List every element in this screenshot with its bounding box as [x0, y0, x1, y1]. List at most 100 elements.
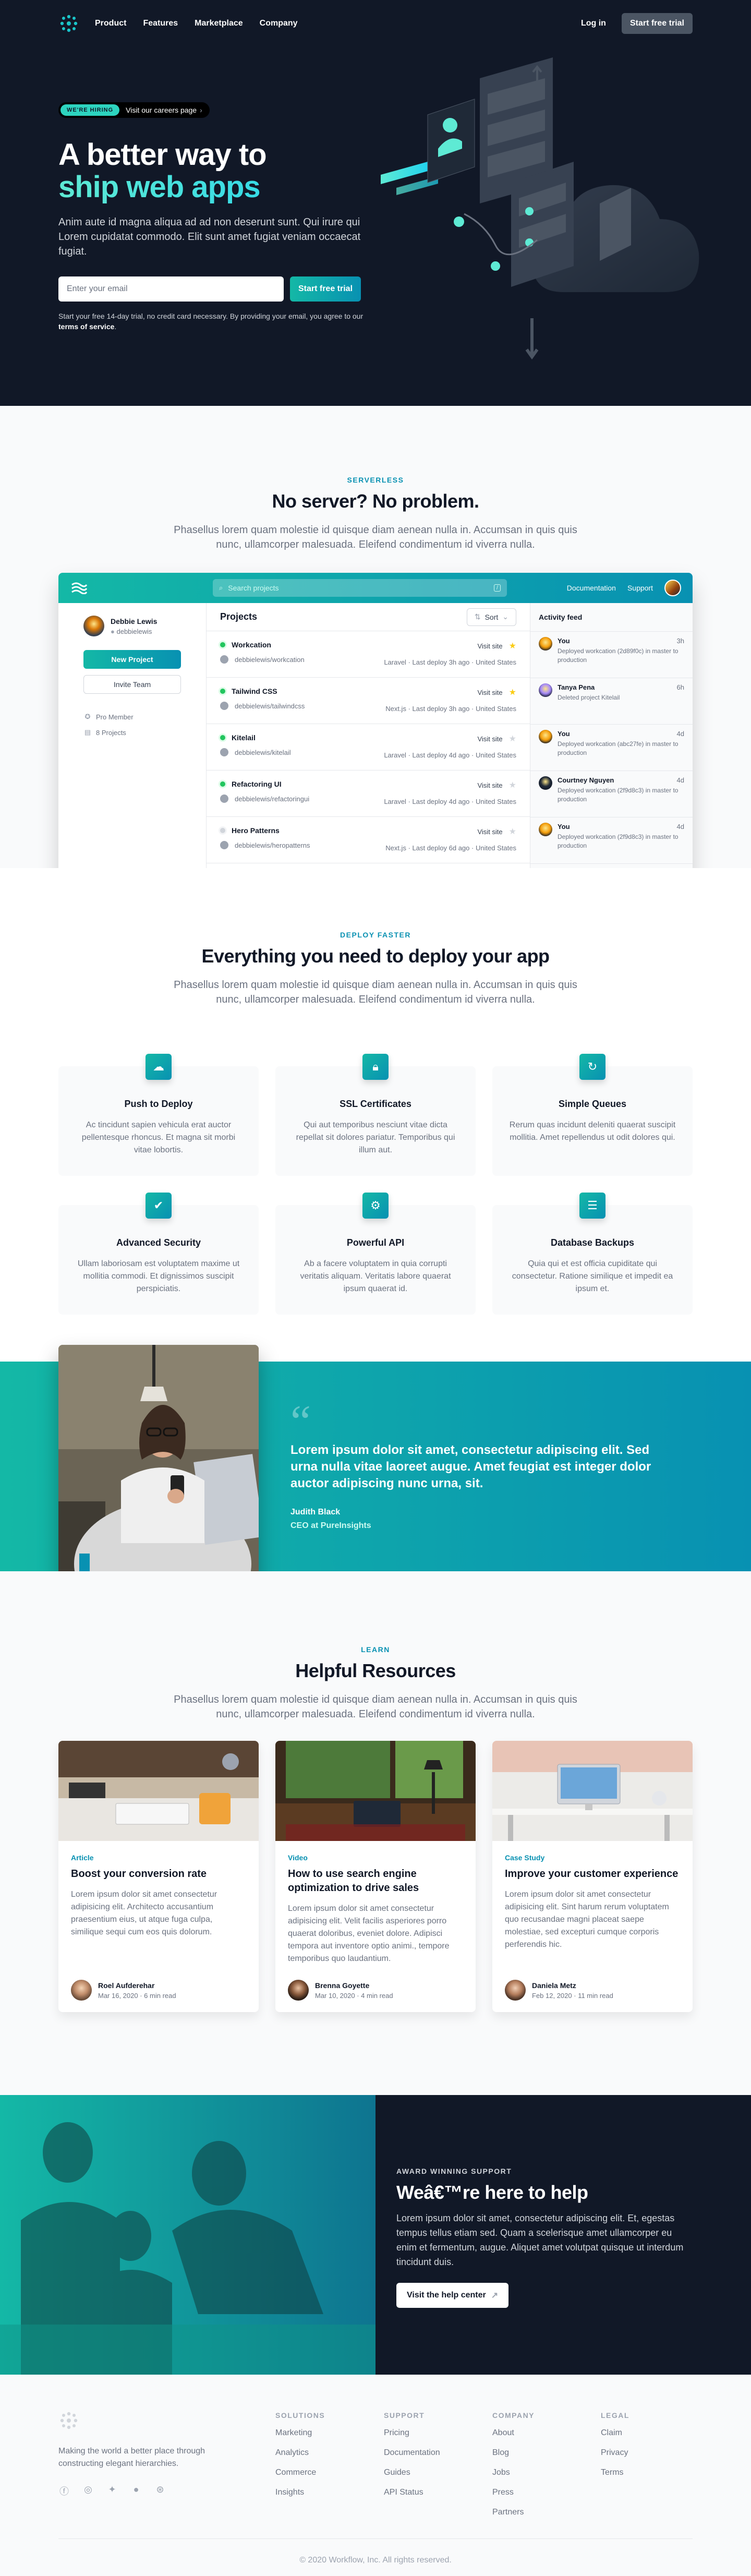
- terms-link[interactable]: terms of service: [58, 322, 114, 331]
- top-nav: Product Features Marketplace Company Log…: [58, 0, 693, 47]
- post-title[interactable]: Improve your customer experience: [505, 1867, 680, 1881]
- search-icon: ⌕: [219, 584, 223, 592]
- star-icon[interactable]: ★: [509, 735, 516, 743]
- instagram-icon[interactable]: ◎: [82, 2484, 94, 2496]
- github-icon: [220, 795, 228, 803]
- project-repo[interactable]: debbielewis/heropatterns: [235, 841, 310, 849]
- author-name[interactable]: Roel Aufderehar: [98, 1981, 176, 1990]
- post-category[interactable]: Article: [71, 1853, 246, 1862]
- footer-link[interactable]: API Status: [384, 2486, 440, 2499]
- footer-link[interactable]: Commerce: [275, 2466, 325, 2479]
- project-repo[interactable]: debbielewis/kitelail: [235, 749, 291, 756]
- star-icon[interactable]: ★: [509, 781, 516, 790]
- github-icon[interactable]: ●: [130, 2484, 142, 2496]
- visit-site-link[interactable]: Visit site: [477, 642, 502, 650]
- project-row[interactable]: Tailwind CSS debbielewis/tailwindcss Visit…: [207, 678, 530, 724]
- workflow-logo-icon[interactable]: [58, 13, 79, 34]
- star-icon[interactable]: ★: [509, 642, 516, 651]
- project-row[interactable]: Kitelail debbielewis/kitelail Visit site ★ L…: [207, 724, 530, 771]
- project-row[interactable]: Workcation debbielewis/workcation Visit si…: [207, 631, 530, 678]
- status-dot: [220, 828, 225, 833]
- activity-user: You: [558, 637, 570, 645]
- project-repo[interactable]: debbielewis/workcation: [235, 656, 305, 664]
- footer-link[interactable]: Jobs: [492, 2466, 535, 2479]
- footer-logo-icon[interactable]: [58, 2410, 79, 2431]
- visit-site-link[interactable]: Visit site: [477, 735, 502, 743]
- footer-link[interactable]: Claim: [601, 2427, 629, 2439]
- careers-banner[interactable]: WE'RE HIRING Visit our careers page ›: [58, 102, 210, 118]
- project-repo[interactable]: debbielewis/refactoringui: [235, 795, 309, 803]
- project-name[interactable]: Refactoring UI: [232, 780, 282, 788]
- footer-link[interactable]: Press: [492, 2486, 535, 2499]
- project-search-input[interactable]: ⌕ Search projects /: [213, 579, 507, 597]
- project-name[interactable]: Kitelail: [232, 733, 256, 742]
- post-excerpt: Lorem ipsum dolor sit amet consectetur a…: [288, 1904, 450, 1963]
- support-link[interactable]: Support: [627, 584, 653, 592]
- nav-link-marketplace[interactable]: Marketplace: [195, 19, 243, 28]
- footer-link[interactable]: Partners: [492, 2506, 535, 2519]
- post-card[interactable]: Case Study Improve your customer experie…: [492, 1741, 693, 2012]
- footer-link[interactable]: Insights: [275, 2486, 325, 2499]
- nav-start-trial-button[interactable]: Start free trial: [621, 13, 693, 34]
- footer-link[interactable]: About: [492, 2427, 535, 2439]
- project-row[interactable]: Refactoring UI debbielewis/refactoringui V…: [207, 771, 530, 817]
- post-category[interactable]: Video: [288, 1853, 463, 1862]
- footer-link[interactable]: Privacy: [601, 2447, 629, 2459]
- footer-link[interactable]: Guides: [384, 2466, 440, 2479]
- project-row[interactable]: Hero Patterns debbielewis/heropatterns Vis…: [207, 817, 530, 863]
- careers-link[interactable]: Visit our careers page: [126, 106, 197, 114]
- project-name[interactable]: Workcation: [232, 641, 271, 649]
- project-repo[interactable]: debbielewis/tailwindcss: [235, 702, 305, 710]
- user-avatar[interactable]: [664, 580, 681, 596]
- footer-link[interactable]: Documentation: [384, 2447, 440, 2459]
- author-name[interactable]: Daniela Metz: [532, 1981, 613, 1990]
- badge-check-icon: ✪: [84, 713, 91, 720]
- location-label: United States: [475, 658, 516, 666]
- new-project-button[interactable]: New Project: [83, 650, 181, 669]
- footer-link[interactable]: Analytics: [275, 2447, 325, 2459]
- login-link[interactable]: Log in: [581, 19, 606, 28]
- star-icon[interactable]: ★: [509, 827, 516, 836]
- nav-link-company[interactable]: Company: [260, 19, 298, 28]
- footer-link[interactable]: Marketing: [275, 2427, 325, 2439]
- feature-card: ☰ Database Backups Quia qui et est offic…: [492, 1193, 693, 1315]
- email-input[interactable]: [58, 276, 284, 302]
- last-deploy-label: Last deploy 4d ago: [412, 798, 470, 805]
- visit-site-link[interactable]: Visit site: [477, 689, 502, 696]
- visit-site-link[interactable]: Visit site: [477, 828, 502, 836]
- star-icon[interactable]: ★: [509, 688, 516, 697]
- hero-title-line1: A better way to: [58, 138, 267, 172]
- project-name[interactable]: Tailwind CSS: [232, 687, 277, 695]
- documentation-link[interactable]: Documentation: [567, 584, 616, 592]
- last-deploy-label: Last deploy 3h ago: [412, 658, 470, 666]
- support-eyebrow: AWARD WINNING SUPPORT: [396, 2167, 512, 2175]
- activity-item: You 3h Deployed workcation (2d89f0c) in ma…: [530, 631, 693, 678]
- plan-info: ✪ Pro Member: [83, 713, 181, 721]
- author-name[interactable]: Brenna Goyette: [315, 1981, 393, 1990]
- footer-link[interactable]: Terms: [601, 2466, 629, 2479]
- invite-team-button[interactable]: Invite Team: [83, 675, 181, 694]
- sort-dropdown[interactable]: ⇅ Sort ⌄: [466, 608, 516, 626]
- twitter-icon[interactable]: ✦: [106, 2484, 118, 2496]
- facebook-icon[interactable]: ⓕ: [58, 2484, 70, 2497]
- help-center-button[interactable]: Visit the help center ↗: [396, 2283, 509, 2308]
- hero-start-trial-button[interactable]: Start free trial: [290, 276, 361, 302]
- resources-eyebrow: LEARN: [361, 1645, 390, 1654]
- post-category[interactable]: Case Study: [505, 1853, 680, 1862]
- project-name[interactable]: Hero Patterns: [232, 826, 280, 835]
- status-dot: [220, 735, 225, 740]
- visit-site-link[interactable]: Visit site: [477, 781, 502, 789]
- post-card[interactable]: Video How to use search engine optimizat…: [275, 1741, 476, 2012]
- post-card[interactable]: Article Boost your conversion rate Lorem…: [58, 1741, 259, 2012]
- post-title[interactable]: How to use search engine optimization to…: [288, 1867, 463, 1895]
- footer-link[interactable]: Blog: [492, 2447, 535, 2459]
- footer-link[interactable]: Pricing: [384, 2427, 440, 2439]
- serverless-title: No server? No problem.: [272, 490, 479, 512]
- serverless-eyebrow: SERVERLESS: [347, 476, 404, 484]
- github-icon: [220, 841, 228, 849]
- nav-link-product[interactable]: Product: [95, 19, 126, 28]
- nav-link-features[interactable]: Features: [143, 19, 178, 28]
- dribbble-icon[interactable]: ⊛: [154, 2484, 166, 2496]
- app-sidebar: Debbie Lewis ● debbielewis New Project I…: [58, 603, 207, 868]
- post-title[interactable]: Boost your conversion rate: [71, 1867, 246, 1881]
